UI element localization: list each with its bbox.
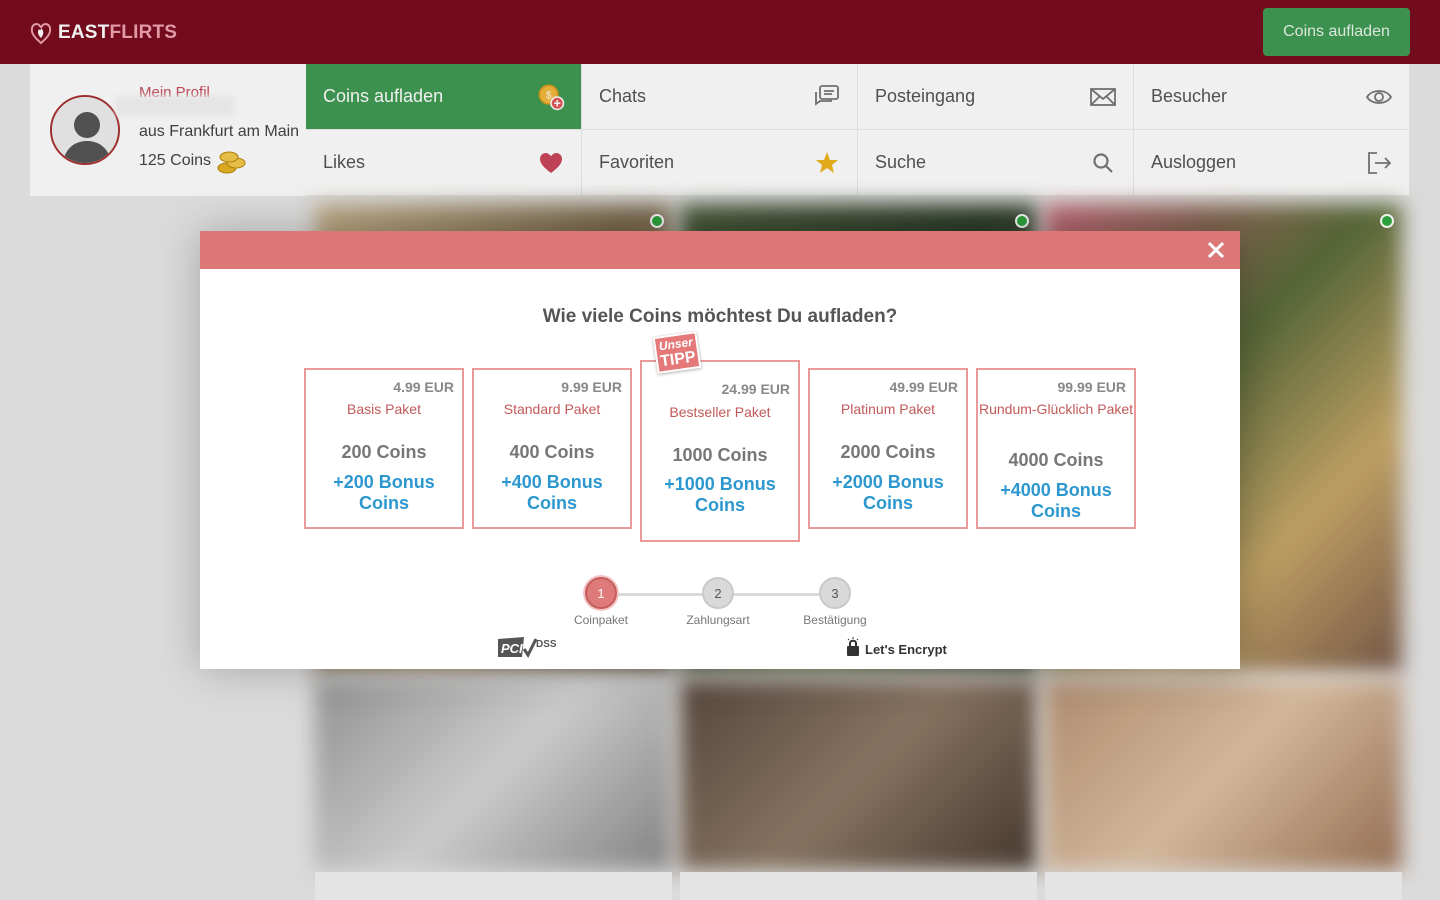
tip-badge: Unser TIPP [652,331,702,374]
step-1-label: Coinpaket [573,613,629,627]
svg-text:PCI: PCI [501,641,523,656]
package-bonus: +200 Bonus Coins [333,472,435,513]
package-bonus: +400 Bonus Coins [501,472,603,513]
package-price: 49.99 EUR [889,379,958,395]
step-1-circle: 1 [585,577,617,609]
letsencrypt-text: Let's Encrypt [865,642,947,657]
modal-title: Wie viele Coins möchtest Du aufladen? [542,306,898,327]
close-button[interactable] [1202,236,1230,264]
package-coins: 200 Coins [341,442,427,462]
package-bestseller[interactable]: 24.99 EUR Bestseller Paket 1000 Coins +1… [640,360,800,542]
package-name: Basis Paket [347,401,421,417]
package-platinum[interactable]: 49.99 EUR Platinum Paket 2000 Coins +200… [808,368,968,529]
package-price: 24.99 EUR [721,381,790,397]
modal-header [200,231,1240,269]
package-standard[interactable]: 9.99 EUR Standard Paket 400 Coins +400 B… [472,368,632,529]
package-coins: 2000 Coins [840,442,936,462]
package-name: Bestseller Paket [669,404,771,420]
package-name: Rundum-Glücklich Paket [978,401,1134,417]
package-coins: 1000 Coins [672,445,768,465]
step-2-label: Zahlungsart [686,613,750,627]
package-bonus: +4000 Bonus Coins [1000,480,1112,521]
package-bonus: +2000 Bonus Coins [832,472,944,513]
svg-text:DSS: DSS [536,639,557,650]
package-name: Platinum Paket [840,401,936,417]
package-basis[interactable]: 4.99 EUR Basis Paket 200 Coins +200 Bonu… [304,368,464,529]
step-3-circle: 3 [819,577,851,609]
package-price: 99.99 EUR [1057,379,1126,395]
letsencrypt-badge: Let's Encrypt [846,637,947,657]
pci-dss-logo-icon: PCI DSS [498,637,557,658]
step-3-label: Bestätigung [803,613,867,627]
padlock-icon [847,637,859,656]
pci-dss-badge: PCI DSS [496,635,562,659]
package-coins: 4000 Coins [1008,450,1104,470]
close-icon [1207,241,1225,259]
coin-purchase-modal: Wie viele Coins möchtest Du aufladen? 4.… [200,231,1240,669]
package-name: Standard Paket [503,401,601,417]
package-coins: 400 Coins [509,442,595,462]
package-price: 9.99 EUR [561,379,622,395]
step-2-circle: 2 [702,577,734,609]
package-rundum-gluecklich[interactable]: 99.99 EUR Rundum-Glücklich Paket 4000 Co… [976,368,1136,529]
package-price: 4.99 EUR [393,379,454,395]
package-bonus: +1000 Bonus Coins [664,474,776,515]
